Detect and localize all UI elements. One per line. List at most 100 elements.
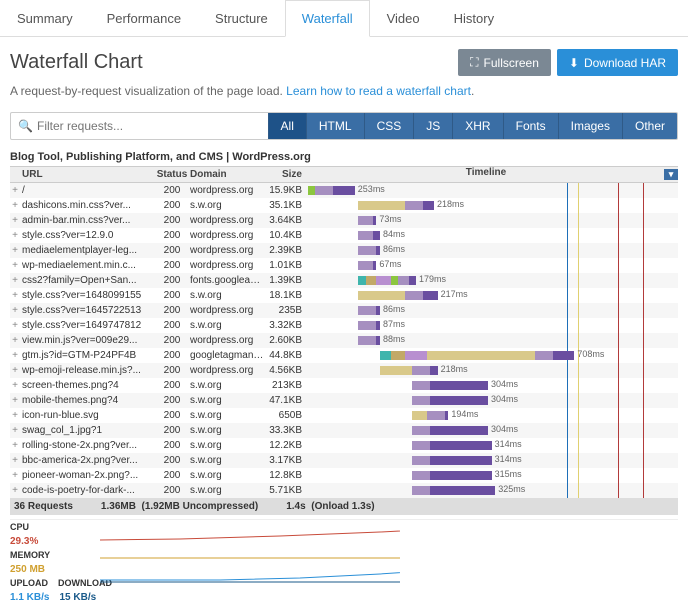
filter-html[interactable]: HTML: [306, 113, 364, 139]
expand-icon[interactable]: +: [10, 230, 20, 241]
expand-icon[interactable]: +: [10, 305, 20, 316]
cell-timeline: 87ms: [308, 318, 664, 333]
table-row[interactable]: + style.css?ver=1648099155 200 s.w.org 1…: [10, 288, 678, 303]
table-row[interactable]: + rolling-stone-2x.png?ver... 200 s.w.or…: [10, 438, 678, 453]
expand-icon[interactable]: +: [10, 380, 20, 391]
expand-icon[interactable]: +: [10, 395, 20, 406]
fullscreen-button[interactable]: ⛶ Fullscreen: [458, 49, 551, 76]
cell-domain: wordpress.org: [190, 245, 264, 256]
expand-icon[interactable]: +: [10, 335, 20, 346]
table-row[interactable]: + style.css?ver=1645722513 200 wordpress…: [10, 303, 678, 318]
memory-label: MEMORY: [10, 550, 50, 560]
tab-performance[interactable]: Performance: [90, 0, 198, 36]
cell-url: admin-bar.min.css?ver...: [20, 215, 154, 226]
cell-url: gtm.js?id=GTM-P24PF4B: [20, 350, 154, 361]
table-row[interactable]: + pioneer-woman-2x.png?... 200 s.w.org 1…: [10, 468, 678, 483]
table-row[interactable]: + mediaelementplayer-leg... 200 wordpres…: [10, 243, 678, 258]
expand-icon[interactable]: +: [10, 440, 20, 451]
loaded-page-title: Blog Tool, Publishing Platform, and CMS …: [10, 148, 678, 166]
cell-domain: wordpress.org: [190, 335, 264, 346]
cell-timeline: 314ms: [308, 453, 664, 468]
filter-xhr[interactable]: XHR: [452, 113, 502, 139]
table-row[interactable]: + icon-run-blue.svg 200 s.w.org 650B 194…: [10, 408, 678, 423]
table-row[interactable]: + style.css?ver=1649747812 200 s.w.org 3…: [10, 318, 678, 333]
expand-icon[interactable]: +: [10, 290, 20, 301]
expand-icon[interactable]: +: [10, 455, 20, 466]
expand-icon[interactable]: +: [10, 200, 20, 211]
expand-icon[interactable]: +: [10, 410, 20, 421]
cell-timeline: 179ms: [308, 273, 664, 288]
filter-input[interactable]: [11, 113, 268, 139]
tab-history[interactable]: History: [437, 0, 511, 36]
table-row[interactable]: + screen-themes.png?4 200 s.w.org 213KB …: [10, 378, 678, 393]
tab-waterfall[interactable]: Waterfall: [285, 0, 370, 37]
table-row[interactable]: + / 200 wordpress.org 15.9KB 253ms: [10, 183, 678, 198]
cell-domain: s.w.org: [190, 395, 264, 406]
expand-icon[interactable]: +: [10, 260, 20, 271]
table-row[interactable]: + gtm.js?id=GTM-P24PF4B 200 googletagman…: [10, 348, 678, 363]
cell-timeline: 253ms: [308, 183, 664, 198]
table-row[interactable]: + code-is-poetry-for-dark-... 200 s.w.or…: [10, 483, 678, 498]
expand-icon[interactable]: +: [10, 425, 20, 436]
cell-timeline: 304ms: [308, 393, 664, 408]
expand-icon[interactable]: +: [10, 215, 20, 226]
download-icon: ⬇: [569, 56, 579, 70]
cell-size: 12.8KB: [264, 470, 308, 481]
cell-status: 200: [154, 425, 190, 436]
table-row[interactable]: + wp-emoji-release.min.js?... 200 wordpr…: [10, 363, 678, 378]
table-row[interactable]: + css2?family=Open+San... 200 fonts.goog…: [10, 273, 678, 288]
table-row[interactable]: + dashicons.min.css?ver... 200 s.w.org 3…: [10, 198, 678, 213]
fullscreen-icon: ⛶: [470, 55, 478, 70]
table-row[interactable]: + bbc-america-2x.png?ver... 200 s.w.org …: [10, 453, 678, 468]
cell-status: 200: [154, 215, 190, 226]
table-row[interactable]: + mobile-themes.png?4 200 s.w.org 47.1KB…: [10, 393, 678, 408]
expand-icon[interactable]: +: [10, 470, 20, 481]
filter-images[interactable]: Images: [558, 113, 622, 139]
table-row[interactable]: + wp-mediaelement.min.c... 200 wordpress…: [10, 258, 678, 273]
expand-icon[interactable]: +: [10, 485, 20, 496]
summary-requests: 36 Requests: [14, 501, 73, 512]
expand-icon[interactable]: +: [10, 275, 20, 286]
cell-url: screen-themes.png?4: [20, 380, 154, 391]
col-size[interactable]: Size: [264, 169, 308, 180]
col-url[interactable]: URL: [20, 169, 154, 180]
expand-icon[interactable]: +: [10, 245, 20, 256]
tab-summary[interactable]: Summary: [0, 0, 90, 36]
filter-all[interactable]: All: [268, 113, 306, 139]
cell-size: 10.4KB: [264, 230, 308, 241]
tab-structure[interactable]: Structure: [198, 0, 285, 36]
expand-icon[interactable]: +: [10, 320, 20, 331]
expand-icon[interactable]: +: [10, 185, 20, 196]
cell-status: 200: [154, 440, 190, 451]
cell-url: wp-mediaelement.min.c...: [20, 260, 154, 271]
table-row[interactable]: + view.min.js?ver=009e29... 200 wordpres…: [10, 333, 678, 348]
filter-css[interactable]: CSS: [364, 113, 414, 139]
cell-timeline: 708ms: [308, 348, 664, 363]
search-icon: 🔍: [18, 119, 33, 133]
expand-icon[interactable]: +: [10, 350, 20, 361]
cell-timeline: 315ms: [308, 468, 664, 483]
filter-js[interactable]: JS: [413, 113, 452, 139]
expand-icon[interactable]: +: [10, 365, 20, 376]
cell-timeline: 67ms: [308, 258, 664, 273]
timeline-dropdown[interactable]: ▾: [664, 169, 678, 180]
cell-domain: s.w.org: [190, 380, 264, 391]
cell-url: wp-emoji-release.min.js?...: [20, 365, 154, 376]
cell-status: 200: [154, 470, 190, 481]
download-har-button[interactable]: ⬇ Download HAR: [557, 49, 678, 76]
page-title: Waterfall Chart: [10, 51, 143, 74]
tab-video[interactable]: Video: [370, 0, 437, 36]
cell-url: swag_col_1.jpg?1: [20, 425, 154, 436]
cell-size: 3.64KB: [264, 215, 308, 226]
table-row[interactable]: + admin-bar.min.css?ver... 200 wordpress…: [10, 213, 678, 228]
filter-other[interactable]: Other: [622, 113, 677, 139]
col-status[interactable]: Status: [154, 169, 190, 180]
col-domain[interactable]: Domain: [190, 169, 264, 180]
cell-status: 200: [154, 335, 190, 346]
learn-link[interactable]: Learn how to read a waterfall chart: [286, 84, 471, 98]
table-row[interactable]: + style.css?ver=12.9.0 200 wordpress.org…: [10, 228, 678, 243]
filter-fonts[interactable]: Fonts: [503, 113, 558, 139]
summary-size: 1.36MB (1.92MB Uncompressed): [101, 501, 258, 512]
cell-domain: s.w.org: [190, 410, 264, 421]
table-row[interactable]: + swag_col_1.jpg?1 200 s.w.org 33.3KB 30…: [10, 423, 678, 438]
